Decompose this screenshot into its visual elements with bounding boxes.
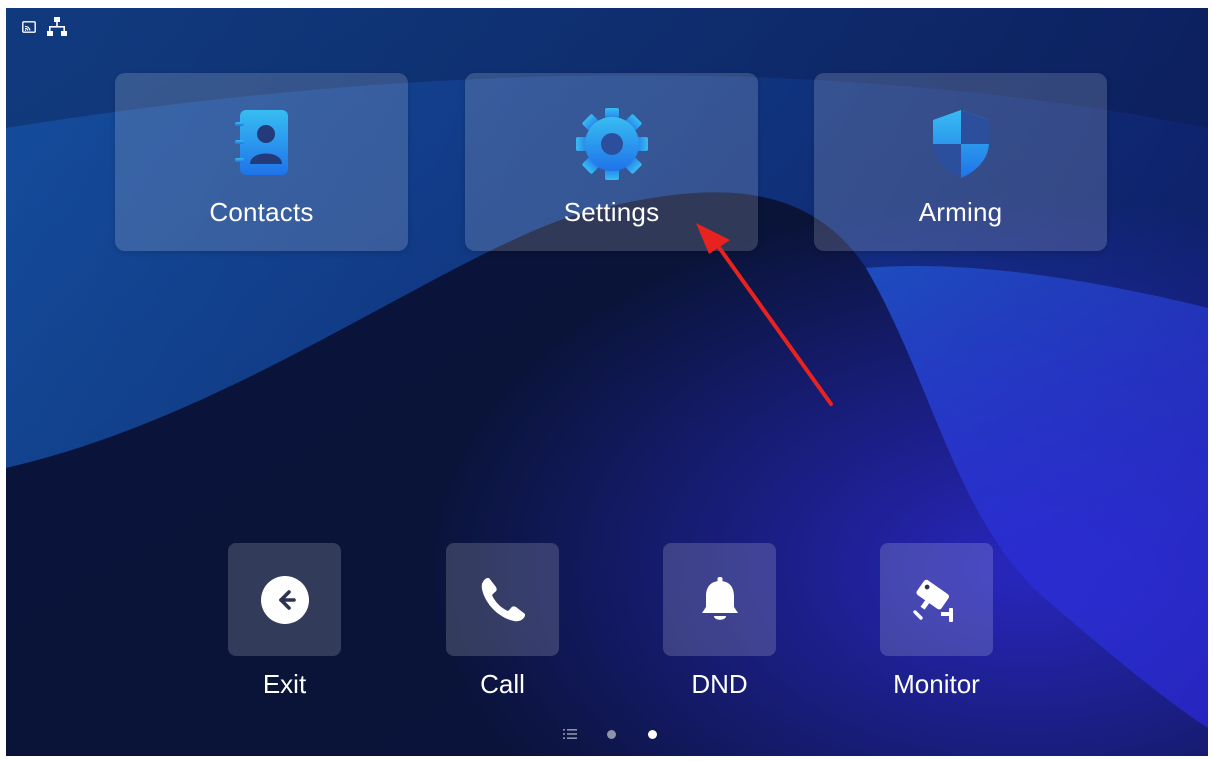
page-indicator: [563, 726, 657, 742]
tile-label: Contacts: [209, 197, 314, 227]
list-icon[interactable]: [563, 728, 577, 740]
phone-icon: [481, 578, 525, 622]
arrow-left-circle-icon: [261, 576, 309, 624]
page-1-dot[interactable]: [607, 729, 616, 739]
contacts-book-icon: [234, 110, 288, 175]
network-icon: [47, 17, 67, 36]
page-2-dot[interactable]: [648, 729, 657, 739]
tile-label: Arming: [918, 197, 1003, 227]
dock-label: Call: [480, 669, 525, 699]
monitor-button[interactable]: Monitor: [880, 543, 993, 699]
dock-label: Exit: [262, 669, 307, 699]
bell-icon: [702, 577, 738, 620]
call-button[interactable]: Call: [446, 543, 559, 699]
contacts-tile[interactable]: Contacts: [115, 73, 408, 251]
security-camera-icon: [913, 579, 953, 622]
exit-button[interactable]: Exit: [228, 543, 341, 699]
tile-label: Settings: [563, 197, 660, 227]
dock-label: Monitor: [893, 669, 980, 699]
home-screen: Contacts Settings Arming Exit Call DND M…: [6, 8, 1208, 756]
gear-icon: [575, 108, 648, 180]
arming-tile[interactable]: Arming: [814, 73, 1107, 251]
dock-label: DND: [691, 669, 748, 699]
shield-icon: [932, 110, 989, 178]
status-bar: [22, 16, 68, 38]
dnd-button[interactable]: DND: [663, 543, 776, 699]
settings-tile[interactable]: Settings: [465, 73, 758, 251]
cast-icon: [22, 21, 36, 33]
